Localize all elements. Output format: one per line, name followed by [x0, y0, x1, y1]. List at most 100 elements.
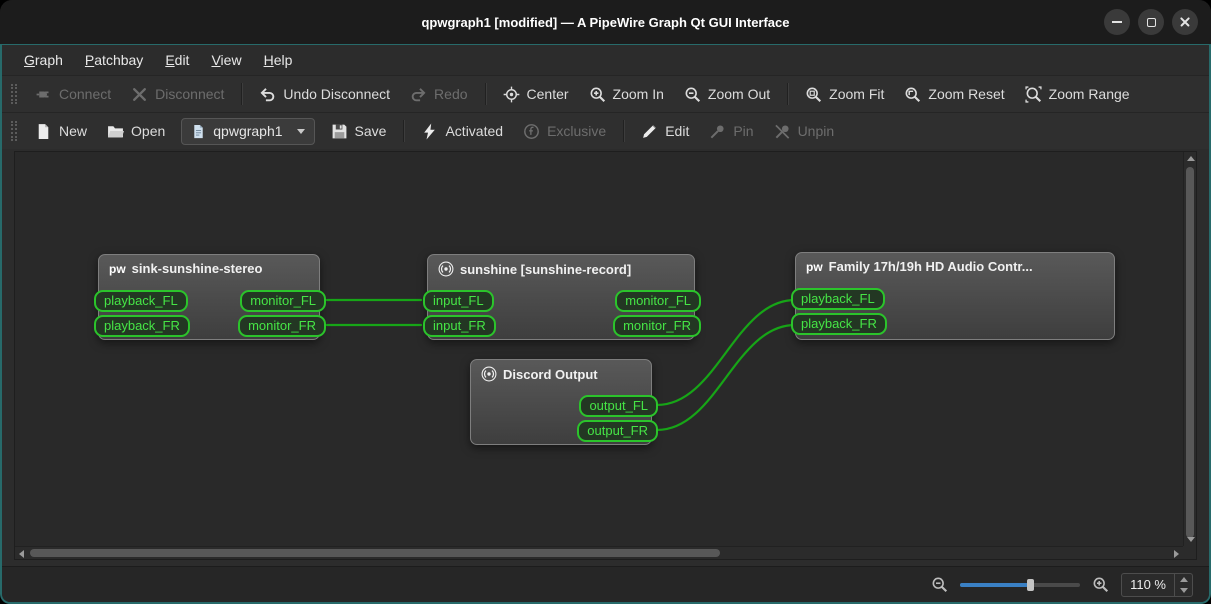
arrow-up-icon: [1179, 576, 1188, 582]
unpin-icon: [774, 123, 791, 140]
toolbar-handle[interactable]: [11, 84, 17, 104]
open-label: Open: [131, 123, 166, 139]
zoom-out-label: Zoom Out: [707, 86, 771, 102]
application-icon: [438, 261, 454, 277]
horizontal-scrollbar-thumb[interactable]: [30, 549, 720, 557]
graph-canvas[interactable]: pw sink-sunshine-stereo playback_FL play…: [14, 151, 1197, 560]
chevron-down-icon: [296, 128, 305, 134]
center-button[interactable]: Center: [494, 81, 578, 108]
save-button[interactable]: Save: [322, 118, 396, 145]
port-input[interactable]: input_FR: [423, 315, 496, 337]
menu-graph[interactable]: Graph: [14, 49, 73, 71]
horizontal-scrollbar[interactable]: [15, 546, 1183, 559]
port-input[interactable]: playback_FL: [791, 288, 885, 310]
undo-button[interactable]: Undo Disconnect: [250, 81, 399, 108]
port-output[interactable]: output_FL: [579, 395, 658, 417]
zoom-spin-up-button[interactable]: [1175, 574, 1192, 585]
new-button[interactable]: New: [26, 118, 96, 145]
arrow-up-icon: [1186, 156, 1195, 161]
toolbar-separator: [623, 120, 625, 142]
zoom-slider[interactable]: [960, 575, 1081, 595]
zoom-range-button[interactable]: Zoom Range: [1016, 81, 1139, 108]
graph-node[interactable]: sunshine [sunshine-record] input_FL inpu…: [423, 254, 701, 340]
port-input[interactable]: playback_FR: [94, 315, 190, 337]
pin-label: Pin: [733, 123, 754, 139]
arrow-down-icon: [1179, 587, 1188, 593]
activated-button[interactable]: Activated: [412, 118, 512, 145]
scroll-up-button[interactable]: [1184, 152, 1196, 165]
zoom-spinbox[interactable]: 110 %: [1121, 572, 1193, 597]
edit-button[interactable]: Edit: [632, 118, 698, 145]
close-button[interactable]: [1172, 9, 1198, 35]
port-output[interactable]: monitor_FR: [613, 315, 701, 337]
node-title: sunshine [sunshine-record]: [460, 261, 632, 277]
maximize-button[interactable]: [1138, 9, 1164, 35]
port-output[interactable]: monitor_FL: [240, 290, 326, 312]
zoom-in-icon[interactable]: [1092, 576, 1109, 593]
toolbar-separator: [484, 83, 486, 105]
zoom-in-button[interactable]: Zoom In: [580, 81, 673, 108]
edit-label: Edit: [665, 123, 690, 139]
zoom-in-label: Zoom In: [612, 86, 664, 102]
patchbay-combobox-value: qpwgraph1: [213, 123, 283, 139]
minimize-button[interactable]: [1104, 9, 1130, 35]
vertical-scrollbar[interactable]: [1183, 152, 1196, 546]
redo-button: Redo: [401, 81, 476, 108]
zoom-slider-handle[interactable]: [1027, 578, 1035, 591]
minimize-icon: [1112, 21, 1122, 23]
zoom-in-icon: [589, 86, 606, 103]
zoom-spin-buttons: [1174, 573, 1192, 596]
zoom-slider-fill: [960, 582, 1029, 587]
undo-icon: [259, 86, 276, 103]
zoom-spin-down-button[interactable]: [1175, 585, 1192, 596]
vertical-scrollbar-thumb[interactable]: [1186, 167, 1194, 538]
exclusive-icon: [523, 123, 540, 140]
connection-wire[interactable]: [655, 323, 797, 432]
node-title: Discord Output: [503, 366, 598, 382]
arrow-down-icon: [1186, 537, 1195, 542]
pin-button: Pin: [700, 118, 762, 145]
save-label: Save: [354, 123, 387, 139]
port-output[interactable]: output_FR: [577, 420, 658, 442]
zoom-reset-button[interactable]: Zoom Reset: [895, 81, 1013, 108]
window-title: qpwgraph1 [modified] — A PipeWire Graph …: [421, 14, 790, 30]
menu-help[interactable]: Help: [254, 49, 303, 71]
port-input[interactable]: input_FL: [423, 290, 494, 312]
zoom-fit-button[interactable]: Zoom Fit: [796, 81, 893, 108]
port-input[interactable]: playback_FL: [94, 290, 188, 312]
scroll-left-button[interactable]: [15, 547, 28, 559]
port-input[interactable]: playback_FR: [791, 313, 887, 335]
zoom-reset-icon: [904, 86, 921, 103]
menubar: Graph Patchbay Edit View Help: [2, 45, 1209, 75]
graph-node[interactable]: pw Family 17h/19h HD Audio Contr... play…: [791, 252, 1115, 340]
patchbay-combobox[interactable]: qpwgraph1: [181, 117, 315, 145]
close-icon: [1179, 16, 1191, 28]
application-icon: [481, 366, 497, 382]
open-button[interactable]: Open: [98, 118, 174, 145]
port-output[interactable]: monitor_FL: [615, 290, 701, 312]
node-header: pw Family 17h/19h HD Audio Contr...: [796, 253, 1114, 277]
patchbay-toolbar: New Open qpwgraph1 Save Activated Exclus…: [2, 112, 1209, 149]
titlebar[interactable]: qpwgraph1 [modified] — A PipeWire Graph …: [0, 0, 1211, 44]
unpin-label: Unpin: [797, 123, 835, 139]
redo-label: Redo: [434, 86, 468, 102]
node-title: Family 17h/19h HD Audio Contr...: [828, 259, 1033, 274]
port-output[interactable]: monitor_FR: [238, 315, 326, 337]
menu-patchbay[interactable]: Patchbay: [75, 49, 153, 71]
edit-pencil-icon: [641, 123, 658, 140]
connect-label: Connect: [59, 86, 112, 102]
menu-view[interactable]: View: [201, 49, 251, 71]
toolbar-handle[interactable]: [11, 121, 17, 141]
menu-edit[interactable]: Edit: [155, 49, 199, 71]
plug-icon: [35, 86, 52, 103]
zoom-value[interactable]: 110 %: [1122, 577, 1174, 592]
graph-node[interactable]: Discord Output output_FL output_FR: [470, 359, 658, 445]
activated-bolt-icon: [421, 123, 438, 140]
zoom-out-button[interactable]: Zoom Out: [675, 81, 779, 108]
open-folder-icon: [107, 123, 124, 140]
zoom-out-icon[interactable]: [931, 576, 948, 593]
graph-node[interactable]: pw sink-sunshine-stereo playback_FL play…: [94, 254, 326, 340]
scroll-right-button[interactable]: [1170, 547, 1183, 559]
scroll-down-button[interactable]: [1184, 533, 1196, 546]
exclusive-button: Exclusive: [514, 118, 615, 145]
